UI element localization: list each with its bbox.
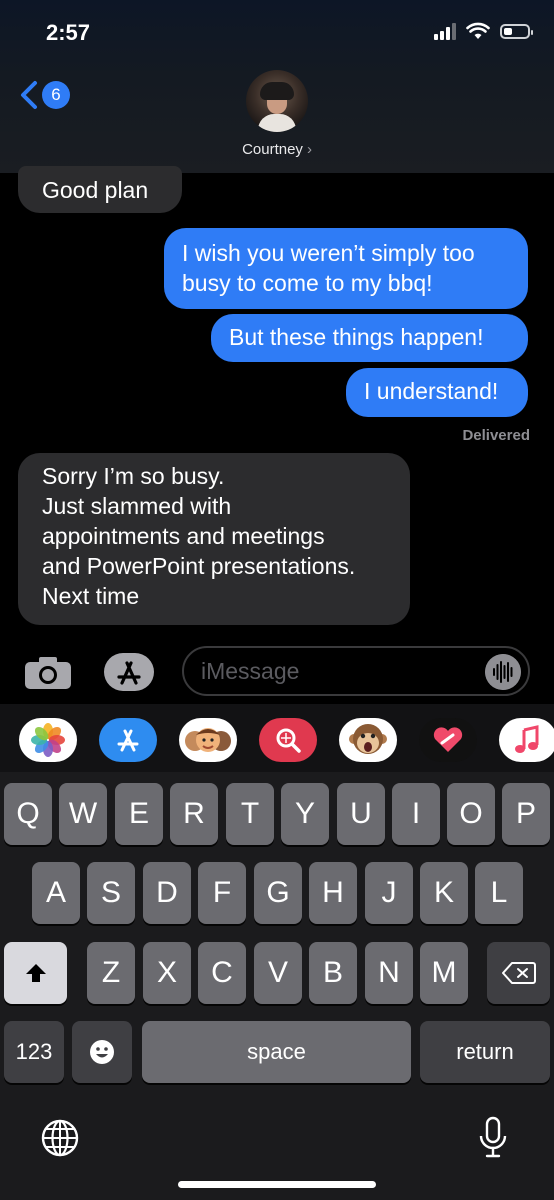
animoji-icon[interactable] xyxy=(339,718,397,762)
key-d[interactable]: D xyxy=(143,862,191,924)
return-key[interactable]: return xyxy=(420,1021,550,1083)
key-m[interactable]: M xyxy=(420,942,468,1004)
globe-icon[interactable] xyxy=(40,1118,80,1158)
key-f[interactable]: F xyxy=(198,862,246,924)
key-e[interactable]: E xyxy=(115,783,163,845)
music-icon[interactable] xyxy=(499,718,554,762)
key-i[interactable]: I xyxy=(392,783,440,845)
key-o[interactable]: O xyxy=(447,783,495,845)
key-s[interactable]: S xyxy=(87,862,135,924)
cellular-signal-icon xyxy=(434,22,456,40)
backspace-icon xyxy=(501,962,536,984)
key-n[interactable]: N xyxy=(365,942,413,1004)
conversation-header: 2:57 6 Courtney › xyxy=(0,0,554,173)
microphone-icon[interactable] xyxy=(478,1116,508,1160)
contact-name-label: Courtney xyxy=(242,141,303,158)
key-y[interactable]: Y xyxy=(281,783,329,845)
key-h[interactable]: H xyxy=(309,862,357,924)
shift-arrow-icon xyxy=(25,964,46,982)
message-bubble-sent[interactable]: But these things happen! xyxy=(211,314,528,362)
imessage-input[interactable]: iMessage xyxy=(182,646,530,696)
imessage-placeholder: iMessage xyxy=(201,658,300,684)
battery-icon xyxy=(500,23,533,39)
digital-touch-icon[interactable] xyxy=(419,718,477,762)
wifi-icon xyxy=(466,22,490,39)
key-g[interactable]: G xyxy=(254,862,302,924)
images-search-icon[interactable] xyxy=(259,718,317,762)
keyboard: Q W E R T Y U I O P A S D F G H J K L Z … xyxy=(0,772,554,1200)
backspace-key[interactable] xyxy=(487,942,550,1004)
photos-icon[interactable] xyxy=(19,718,77,762)
composer-bar: iMessage xyxy=(0,640,554,704)
status-icons xyxy=(434,22,533,40)
chevron-right-icon: › xyxy=(306,141,312,158)
key-q[interactable]: Q xyxy=(4,783,52,845)
avatar xyxy=(246,70,308,132)
key-u[interactable]: U xyxy=(337,783,385,845)
imessage-app-strip xyxy=(0,704,554,772)
message-bubble-received[interactable]: Good plan xyxy=(18,166,182,213)
key-t[interactable]: T xyxy=(226,783,274,845)
status-time: 2:57 xyxy=(46,20,91,45)
audio-waveform-icon[interactable] xyxy=(485,654,521,690)
key-x[interactable]: X xyxy=(143,942,191,1004)
key-l[interactable]: L xyxy=(475,862,523,924)
key-j[interactable]: J xyxy=(365,862,413,924)
delivered-status: Delivered xyxy=(462,427,530,444)
key-w[interactable]: W xyxy=(59,783,107,845)
contact-info[interactable]: Courtney › xyxy=(0,70,554,158)
message-bubble-sent[interactable]: I understand! xyxy=(346,368,528,417)
home-indicator[interactable] xyxy=(178,1181,376,1188)
space-key[interactable]: space xyxy=(142,1021,411,1083)
key-z[interactable]: Z xyxy=(87,942,135,1004)
contact-name: Courtney › xyxy=(0,141,554,158)
memoji-icon[interactable] xyxy=(179,718,237,762)
app-store-icon[interactable] xyxy=(103,652,155,692)
message-bubble-sent[interactable]: I wish you weren’t simply too busy to co… xyxy=(164,228,528,309)
key-b[interactable]: B xyxy=(309,942,357,1004)
key-v[interactable]: V xyxy=(254,942,302,1004)
key-k[interactable]: K xyxy=(420,862,468,924)
key-p[interactable]: P xyxy=(502,783,550,845)
key-c[interactable]: C xyxy=(198,942,246,1004)
app-store-icon[interactable] xyxy=(99,718,157,762)
key-a[interactable]: A xyxy=(32,862,80,924)
emoji-icon xyxy=(90,1040,114,1064)
emoji-key[interactable] xyxy=(72,1021,132,1083)
shift-key[interactable] xyxy=(4,942,67,1004)
message-bubble-received[interactable]: Sorry I’m so busy. Just slammed with app… xyxy=(18,453,410,625)
camera-icon[interactable] xyxy=(24,656,72,690)
numbers-key[interactable]: 123 xyxy=(4,1021,64,1083)
key-r[interactable]: R xyxy=(170,783,218,845)
